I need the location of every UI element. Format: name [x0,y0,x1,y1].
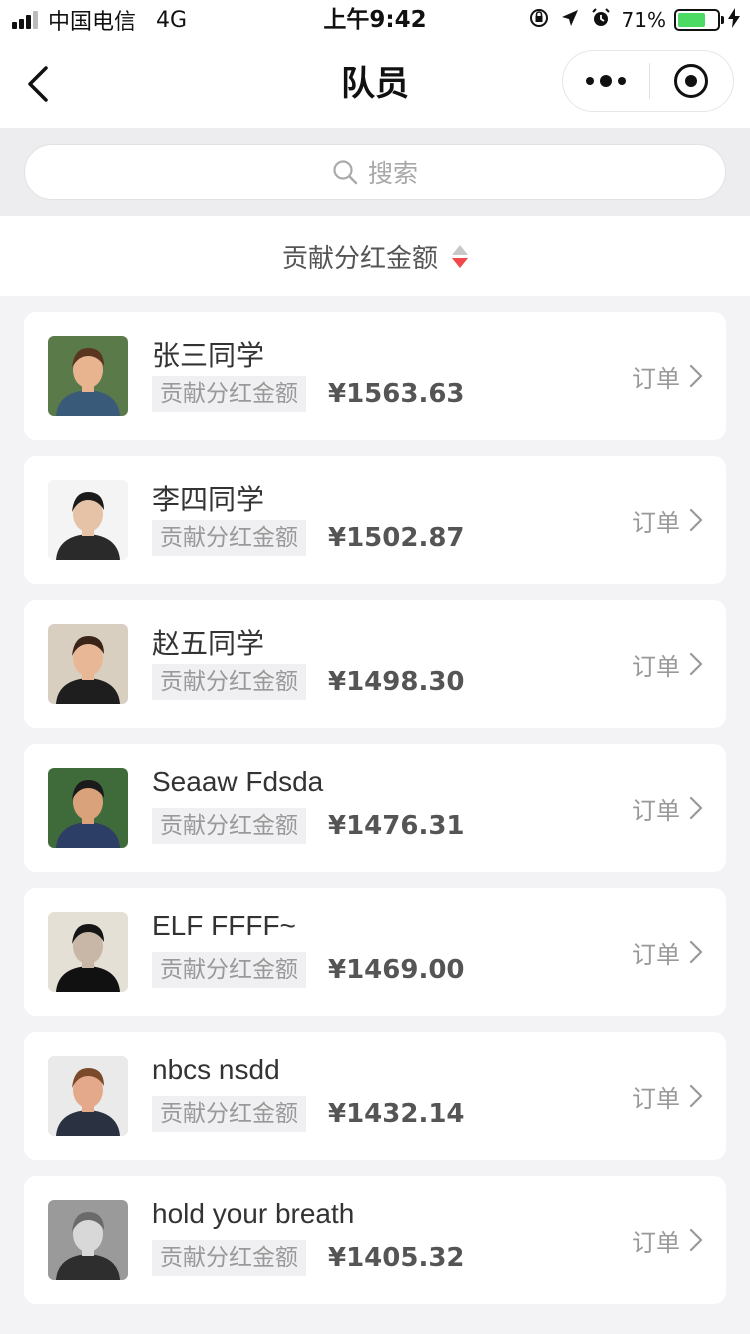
rotation-lock-icon [528,7,550,34]
member-card[interactable]: hold your breath 贡献分红金额 ¥1405.32 订单 [24,1176,726,1304]
order-label: 订单 [632,652,680,681]
member-list: 张三同学 贡献分红金额 ¥1563.63 订单 李四同学 贡献分红金额 ¥1502.87 订单… [24,312,726,1320]
member-card[interactable]: nbcs nsdd 贡献分红金额 ¥1432.14 订单 [24,1032,726,1160]
member-name: ELF FFFF~ [152,910,296,941]
search-input[interactable]: 搜索 [24,144,726,200]
sort-toggle[interactable]: 贡献分红金额 [0,216,750,296]
order-label: 订单 [632,940,680,969]
contribution-amount: ¥1476.31 [328,811,465,841]
member-card[interactable]: ELF FFFF~ 贡献分红金额 ¥1469.00 订单 [24,888,726,1016]
battery-icon [674,9,724,31]
contribution-tag: 贡献分红金额 [152,520,306,556]
member-name: Seaaw Fdsda [152,766,324,797]
chevron-right-icon [689,1228,703,1252]
member-card[interactable]: Seaaw Fdsda 贡献分红金额 ¥1476.31 订单 [24,744,726,872]
sort-down-icon [452,257,468,268]
member-name: 赵五同学 [152,628,265,659]
member-name: 张三同学 [152,340,265,371]
more-button[interactable] [563,50,649,112]
contribution-amount: ¥1405.32 [328,1243,465,1273]
chevron-right-icon [689,652,703,676]
close-button[interactable] [650,50,734,112]
avatar [48,1056,128,1136]
chevron-right-icon [689,796,703,820]
more-dots-icon [583,75,629,87]
chevron-right-icon [689,364,703,388]
contribution-tag: 贡献分红金额 [152,952,306,988]
sort-up-icon [452,244,468,255]
contribution-tag: 贡献分红金额 [152,1096,306,1132]
avatar [48,768,128,848]
avatar [48,624,128,704]
member-name: 李四同学 [152,484,265,515]
target-circle-icon [674,64,709,98]
charging-bolt-icon [728,7,740,33]
contribution-amount: ¥1469.00 [328,955,465,985]
order-link[interactable]: 订单 [632,1220,704,1260]
status-right: 71% [518,0,740,40]
chevron-right-icon [689,1084,703,1108]
member-card[interactable]: 张三同学贡献分红金额 ¥1563.63 订单 [24,312,726,440]
contribution-tag: 贡献分红金额 [152,664,306,700]
order-label: 订单 [632,508,680,537]
status-bar: 中国电信 4G 上午9:42 71% [0,0,750,40]
order-link[interactable]: 订单 [632,1076,704,1116]
alarm-icon [590,7,612,34]
contribution-amount: ¥1502.87 [328,523,465,553]
order-link[interactable]: 订单 [632,932,704,972]
sort-arrows-icon [452,244,468,268]
member-name: nbcs nsdd [152,1054,280,1085]
contribution-amount: ¥1432.14 [328,1099,465,1129]
order-link[interactable]: 订单 [632,500,704,540]
member-card[interactable]: 李四同学贡献分红金额 ¥1502.87 订单 [24,456,726,584]
contribution-amount: ¥1563.63 [328,379,465,409]
chevron-right-icon [689,508,703,532]
member-card[interactable]: 赵五同学贡献分红金额 ¥1498.30 订单 [24,600,726,728]
avatar [48,1200,128,1280]
battery-percent: 71% [621,8,666,32]
search-icon [333,160,358,185]
mini-program-capsule [562,50,734,112]
order-link[interactable]: 订单 [632,356,704,396]
contribution-tag: 贡献分红金额 [152,808,306,844]
contribution-tag: 贡献分红金额 [152,376,306,412]
chevron-right-icon [689,940,703,964]
sort-label: 贡献分红金额 [281,243,438,274]
order-link[interactable]: 订单 [632,788,704,828]
order-label: 订单 [632,1228,680,1257]
search-area: 搜索 [0,128,750,216]
member-name: hold your breath [152,1198,355,1229]
order-label: 订单 [632,364,680,393]
nav-bar: 队员 [0,40,750,128]
contribution-amount: ¥1498.30 [328,667,465,697]
avatar [48,912,128,992]
order-label: 订单 [632,796,680,825]
avatar [48,336,128,416]
order-label: 订单 [632,1084,680,1113]
contribution-tag: 贡献分红金额 [152,1240,306,1276]
search-placeholder: 搜索 [367,159,418,188]
avatar [48,480,128,560]
order-link[interactable]: 订单 [632,644,704,684]
location-arrow-icon [560,8,580,33]
